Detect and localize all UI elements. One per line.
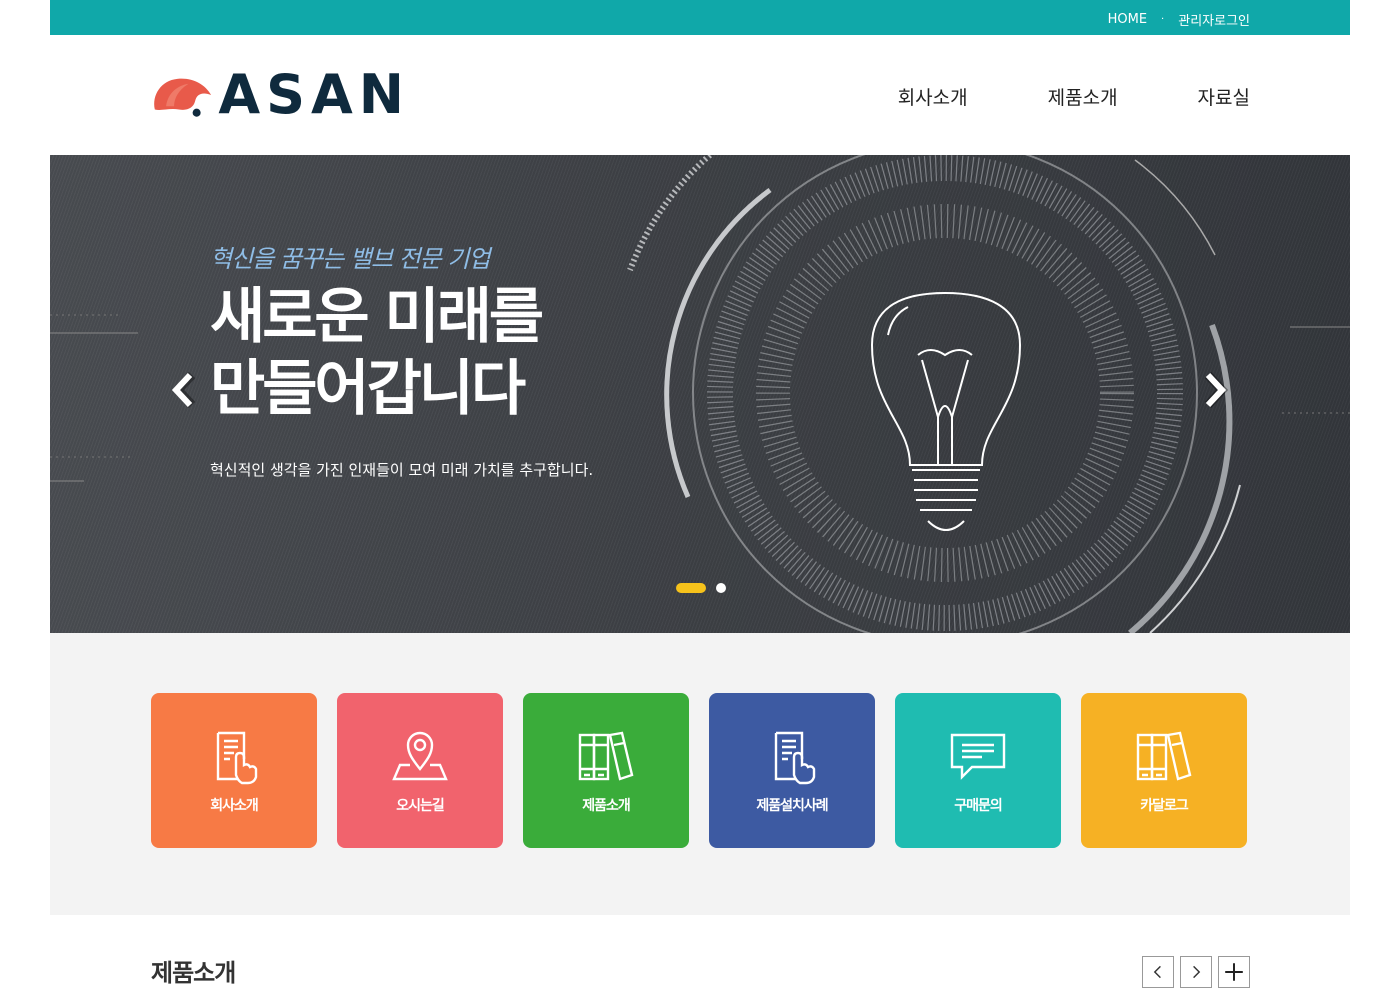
document-hand-icon bbox=[774, 731, 816, 785]
quick-item-products[interactable]: 제품소개 bbox=[523, 693, 689, 848]
logo-text: ASAN bbox=[218, 63, 410, 126]
plus-icon bbox=[1225, 963, 1243, 981]
hero-title-line1: 새로운 미래를 bbox=[210, 282, 544, 352]
slider-next-button[interactable] bbox=[1198, 365, 1230, 415]
chevron-left-icon bbox=[1153, 965, 1161, 979]
products-section: 제품소개 bbox=[50, 915, 1350, 1000]
hero-slider: 혁신을 꿈꾸는 밸브 전문 기업 새로운 미래를 만들어갑니다 혁신적인 생각을… bbox=[50, 155, 1350, 633]
hero-title-line2: 만들어갑니다 bbox=[210, 354, 526, 424]
slider-pagination bbox=[676, 583, 726, 593]
admin-login-link[interactable]: 관리자로그인 bbox=[1178, 10, 1250, 29]
map-pin-icon bbox=[392, 731, 448, 781]
quick-item-label: 제품소개 bbox=[582, 798, 631, 814]
products-title: 제품소개 bbox=[151, 959, 236, 987]
top-bar: HOME · 관리자로그인 bbox=[50, 0, 1350, 35]
chevron-left-icon bbox=[171, 371, 196, 409]
home-link[interactable]: HOME bbox=[1108, 12, 1147, 27]
top-links: HOME · 관리자로그인 bbox=[1108, 10, 1250, 29]
logo-mark-icon bbox=[154, 78, 212, 117]
books-icon bbox=[578, 731, 634, 781]
quick-item-label: 구매문의 bbox=[954, 798, 1003, 814]
quick-item-directions[interactable]: 오시는길 bbox=[337, 693, 503, 848]
header: ASAN 회사소개 제품소개 자료실 bbox=[50, 35, 1350, 155]
page: HOME · 관리자로그인 ASAN 회사소개 제품소개 자료실 혁신을 꿈꾸는… bbox=[50, 0, 1350, 1000]
nav-item-archive[interactable]: 자료실 bbox=[1198, 83, 1250, 110]
nav-item-company[interactable]: 회사소개 bbox=[898, 83, 968, 110]
products-next-button[interactable] bbox=[1180, 956, 1212, 988]
quick-item-label: 카달로그 bbox=[1140, 798, 1189, 814]
quick-item-inquiry[interactable]: 구매문의 bbox=[895, 693, 1061, 848]
slide-dot-2[interactable] bbox=[716, 583, 726, 593]
hero-title: 새로운 미래를 만들어갑니다 bbox=[210, 281, 544, 425]
hero-subtitle: 혁신을 꿈꾸는 밸브 전문 기업 bbox=[210, 245, 490, 273]
books-icon bbox=[1136, 731, 1192, 781]
quick-item-label: 오시는길 bbox=[396, 798, 445, 814]
slider-prev-button[interactable] bbox=[168, 365, 200, 415]
quick-menu: 회사소개 오시는길 제품소개 제품설치사례 구매문의 카달로그 bbox=[50, 633, 1350, 915]
quick-item-label: 회사소개 bbox=[210, 798, 259, 814]
products-prev-button[interactable] bbox=[1142, 956, 1174, 988]
quick-item-catalog[interactable]: 카달로그 bbox=[1081, 693, 1247, 848]
quick-menu-list: 회사소개 오시는길 제품소개 제품설치사례 구매문의 카달로그 bbox=[151, 693, 1247, 848]
quick-item-install-cases[interactable]: 제품설치사례 bbox=[709, 693, 875, 848]
nav-item-products[interactable]: 제품소개 bbox=[1048, 83, 1118, 110]
chevron-right-icon bbox=[1193, 965, 1201, 979]
top-separator: · bbox=[1161, 14, 1165, 25]
chevron-right-icon bbox=[1204, 371, 1229, 409]
speech-bubble-icon bbox=[950, 733, 1006, 780]
quick-item-label: 제품설치사례 bbox=[756, 798, 828, 814]
logo[interactable]: ASAN bbox=[150, 65, 410, 125]
main-nav: 회사소개 제품소개 자료실 bbox=[898, 83, 1250, 110]
products-more-button[interactable] bbox=[1218, 956, 1250, 988]
slide-dot-1[interactable] bbox=[676, 583, 706, 593]
quick-item-company[interactable]: 회사소개 bbox=[151, 693, 317, 848]
hero-description: 혁신적인 생각을 가진 인재들이 모여 미래 가치를 추구합니다. bbox=[210, 461, 594, 479]
document-hand-icon bbox=[216, 731, 258, 785]
